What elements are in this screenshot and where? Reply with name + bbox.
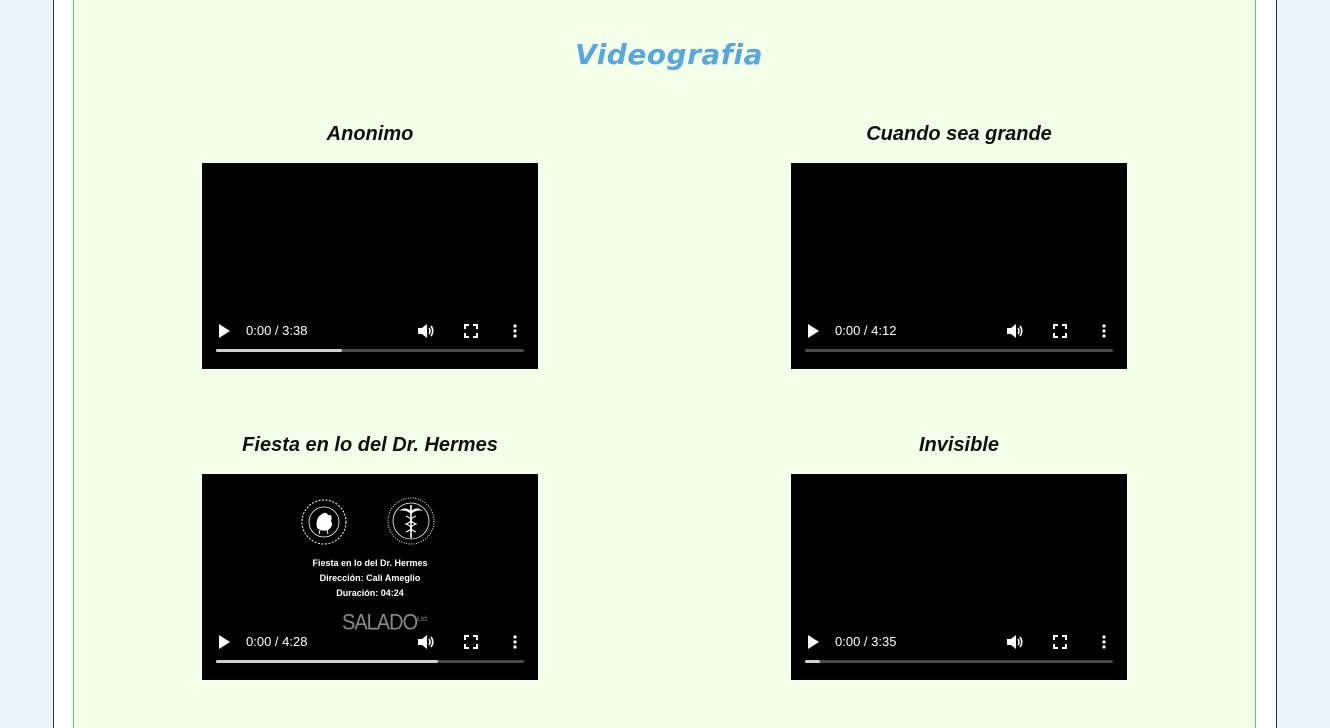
time-display: 0:00 / 3:35 xyxy=(835,634,897,649)
time-display: 0:00 / 4:28 xyxy=(246,634,308,649)
video-player[interactable]: 0:00 / 3:35 xyxy=(791,474,1127,680)
play-icon xyxy=(808,324,819,338)
more-vert-icon xyxy=(1102,324,1106,338)
time-display: 0:00 / 3:38 xyxy=(246,323,308,338)
seek-bar[interactable] xyxy=(805,349,1113,352)
volume-icon xyxy=(418,635,434,649)
seek-bar-fill xyxy=(805,660,821,663)
poster-director: Dirección: Cali Ameglio xyxy=(319,573,421,583)
video-controls: 0:00 / 4:28 xyxy=(202,620,538,680)
fullscreen-icon xyxy=(464,635,478,649)
video-card-anonimo: Anonimo 0:00 / 3:38 xyxy=(170,121,570,369)
fullscreen-button[interactable] xyxy=(462,632,480,652)
mute-button[interactable] xyxy=(1005,632,1025,652)
poster-emblem-right xyxy=(386,496,436,551)
more-options-button[interactable] xyxy=(1097,321,1111,341)
rooster-seal-icon xyxy=(301,499,347,545)
seek-bar[interactable] xyxy=(216,349,524,352)
video-card-fiesta: Fiesta en lo del Dr. Hermes Fiesta en lo… xyxy=(170,432,570,680)
volume-icon xyxy=(1007,324,1023,338)
video-card-invisible: Invisible 0:00 / 3:35 xyxy=(759,432,1159,680)
fullscreen-icon xyxy=(464,324,478,338)
volume-icon xyxy=(1007,635,1023,649)
more-options-button[interactable] xyxy=(1097,632,1111,652)
more-vert-icon xyxy=(513,635,517,649)
play-button[interactable] xyxy=(216,321,232,341)
page-title: Videografia xyxy=(575,38,763,71)
fullscreen-button[interactable] xyxy=(1051,632,1069,652)
video-controls: 0:00 / 3:35 xyxy=(791,620,1127,680)
video-title: Fiesta en lo del Dr. Hermes xyxy=(242,434,498,456)
more-vert-icon xyxy=(1102,635,1106,649)
mute-button[interactable] xyxy=(1005,321,1025,341)
fullscreen-icon xyxy=(1053,635,1067,649)
play-button[interactable] xyxy=(216,632,232,652)
play-icon xyxy=(808,635,819,649)
seek-bar-fill xyxy=(216,660,438,663)
fullscreen-button[interactable] xyxy=(1051,321,1069,341)
seek-bar[interactable] xyxy=(216,660,524,663)
mute-button[interactable] xyxy=(416,632,436,652)
video-controls: 0:00 / 3:38 xyxy=(202,309,538,369)
more-options-button[interactable] xyxy=(508,632,522,652)
play-button[interactable] xyxy=(805,321,821,341)
video-title: Cuando sea grande xyxy=(866,123,1052,145)
fullscreen-button[interactable] xyxy=(462,321,480,341)
mute-button[interactable] xyxy=(416,321,436,341)
video-player[interactable]: Fiesta en lo del Dr. Hermes Dirección: C… xyxy=(202,474,538,680)
seek-bar[interactable] xyxy=(805,660,1113,663)
poster-duration: Duración: 04:24 xyxy=(336,588,404,598)
video-controls: 0:00 / 4:12 xyxy=(791,309,1127,369)
video-title: Anonimo xyxy=(326,123,414,145)
volume-icon xyxy=(418,324,434,338)
poster-film-title: Fiesta en lo del Dr. Hermes xyxy=(312,558,428,568)
play-icon xyxy=(219,324,230,338)
video-title: Invisible xyxy=(918,434,1000,456)
video-card-cuando-sea-grande: Cuando sea grande 0:00 / 4:12 xyxy=(759,121,1159,369)
fullscreen-icon xyxy=(1053,324,1067,338)
play-icon xyxy=(219,635,230,649)
seek-bar-fill xyxy=(216,349,343,352)
content-panel: Videografia Anonimo 0:00 / 3:38 Cuando s… xyxy=(73,0,1256,728)
video-player[interactable]: 0:00 / 3:38 xyxy=(202,163,538,369)
play-button[interactable] xyxy=(805,632,821,652)
caduceus-seal-icon xyxy=(387,497,435,545)
more-options-button[interactable] xyxy=(508,321,522,341)
poster-emblem-left xyxy=(300,498,348,551)
more-vert-icon xyxy=(513,324,517,338)
video-player[interactable]: 0:00 / 4:12 xyxy=(791,163,1127,369)
time-display: 0:00 / 4:12 xyxy=(835,323,897,338)
